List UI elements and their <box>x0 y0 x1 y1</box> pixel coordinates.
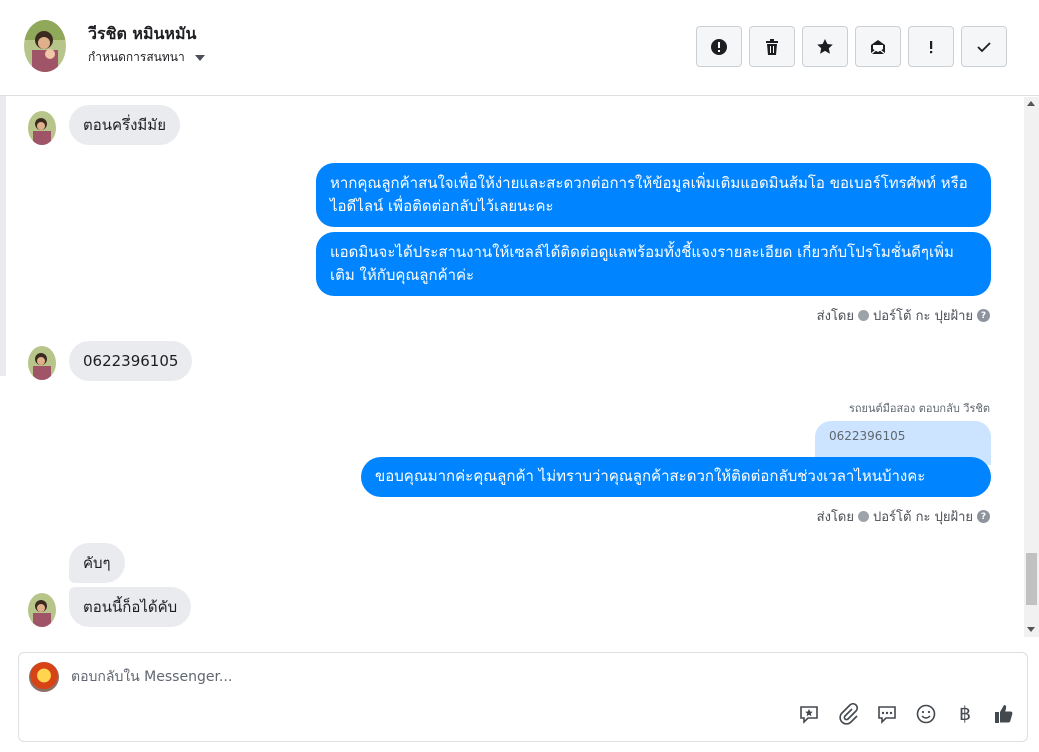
sent-by-info: ส่งโดย ปอร์โต้ กะ ปุยฝ้าย ? <box>817 305 990 326</box>
contact-avatar-small[interactable] <box>28 593 56 627</box>
reply-context: รถยนต์มือสอง ตอบกลับ วีรชิต <box>848 402 990 415</box>
like-icon <box>995 705 1013 723</box>
incoming-message[interactable]: คับๆ <box>69 543 125 583</box>
like-button[interactable] <box>993 703 1015 725</box>
message-composer: ฿ <box>18 652 1028 742</box>
sender-name[interactable]: ปอร์โต้ กะ ปุยฝ้าย <box>873 506 973 527</box>
mark-unread-button[interactable] <box>855 26 901 67</box>
chat-bubble-icon <box>878 706 896 724</box>
sent-by-label: ส่งโดย <box>816 510 854 525</box>
incoming-message[interactable]: 0622396105 <box>69 341 193 381</box>
check-icon <box>977 41 991 52</box>
exclamation-circle-icon <box>711 38 727 55</box>
important-button[interactable] <box>908 26 954 67</box>
exclamation-icon <box>930 40 933 53</box>
verified-icon <box>858 511 869 522</box>
star-button[interactable] <box>802 26 848 67</box>
envelope-open-icon <box>870 39 886 54</box>
help-icon[interactable]: ? <box>977 309 990 322</box>
done-button[interactable] <box>961 26 1007 67</box>
thread-scrollbar[interactable] <box>1024 97 1039 637</box>
outgoing-message[interactable]: หากคุณลูกค้าสนใจเพื่อให้ง่ายและสะดวกต่อก… <box>316 163 991 227</box>
composer-tools: ฿ <box>798 703 1015 725</box>
sender-name[interactable]: ปอร์โต้ กะ ปุยฝ้าย <box>873 305 973 326</box>
spam-button[interactable] <box>696 26 742 67</box>
contact-avatar-small[interactable] <box>28 111 56 145</box>
message-thread[interactable]: ตอนครึ่งมีมัย หากคุณลูกค้าสนใจเพื่อให้ง่… <box>6 97 1024 637</box>
delete-button[interactable] <box>749 26 795 67</box>
contact-avatar-small[interactable] <box>28 346 56 380</box>
conversation-schedule-dropdown[interactable]: กำหนดการสนทนา <box>88 48 205 67</box>
outgoing-message[interactable]: ขอบคุณมากค่ะคุณลูกค้า ไม่ทราบว่าคุณลูกค้… <box>361 457 991 497</box>
verified-icon <box>858 310 869 321</box>
help-icon[interactable]: ? <box>977 510 990 523</box>
attach-button[interactable] <box>837 703 859 725</box>
emoji-icon <box>916 704 936 724</box>
contact-avatar[interactable] <box>24 20 66 72</box>
outgoing-message[interactable]: แอดมินจะได้ประสานงานให้เซลล์ได้ติดต่อดูแ… <box>316 232 991 296</box>
scroll-down-icon[interactable] <box>1027 627 1035 632</box>
incoming-message[interactable]: ตอนนี้ก็อได้คับ <box>69 587 192 627</box>
sent-by-label: ส่งโดย <box>816 309 854 324</box>
trash-icon <box>766 38 778 55</box>
baht-icon: ฿ <box>958 703 972 725</box>
schedule-label: กำหนดการสนทนา <box>88 50 185 64</box>
scrollbar-thumb[interactable] <box>1026 553 1037 605</box>
reply-input[interactable] <box>71 665 971 689</box>
scroll-up-icon[interactable] <box>1027 101 1035 106</box>
contact-name[interactable]: วีรชิต หมินหมัน <box>88 22 196 47</box>
saved-reply-button[interactable] <box>798 703 820 725</box>
quick-reply-button[interactable] <box>876 703 898 725</box>
incoming-message[interactable]: ตอนครึ่งมีมัย <box>69 105 180 145</box>
star-icon <box>817 38 833 54</box>
saved-reply-icon <box>800 706 818 724</box>
page-avatar <box>29 662 59 692</box>
emoji-button[interactable] <box>915 703 937 725</box>
attachment-icon <box>839 703 859 725</box>
conversation-actions <box>696 26 1007 67</box>
sent-by-info: ส่งโดย ปอร์โต้ กะ ปุยฝ้าย ? <box>817 506 990 527</box>
conversation-header: วีรชิต หมินหมัน กำหนดการสนทนา <box>0 0 1039 96</box>
payment-button[interactable]: ฿ <box>954 703 976 725</box>
caret-down-icon <box>194 54 205 61</box>
